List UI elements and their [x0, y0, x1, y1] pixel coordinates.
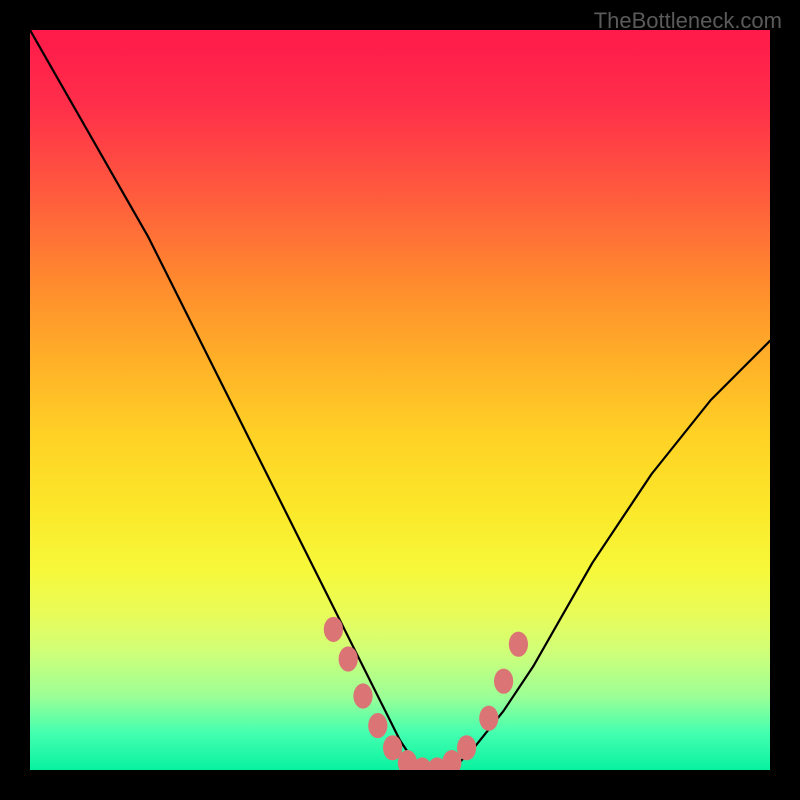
- marker-dot: [494, 669, 513, 694]
- marker-dot: [353, 683, 372, 708]
- marker-dot: [324, 617, 343, 642]
- marker-dots: [324, 617, 528, 770]
- marker-dot: [479, 706, 498, 731]
- watermark-text: TheBottleneck.com: [594, 8, 782, 34]
- chart-container: TheBottleneck.com: [0, 0, 800, 800]
- marker-dot: [368, 713, 387, 738]
- plot-area: [30, 30, 770, 770]
- marker-dot: [509, 632, 528, 657]
- marker-dot: [339, 646, 358, 671]
- plot-svg: [30, 30, 770, 770]
- marker-dot: [457, 735, 476, 760]
- bottleneck-curve: [30, 30, 770, 770]
